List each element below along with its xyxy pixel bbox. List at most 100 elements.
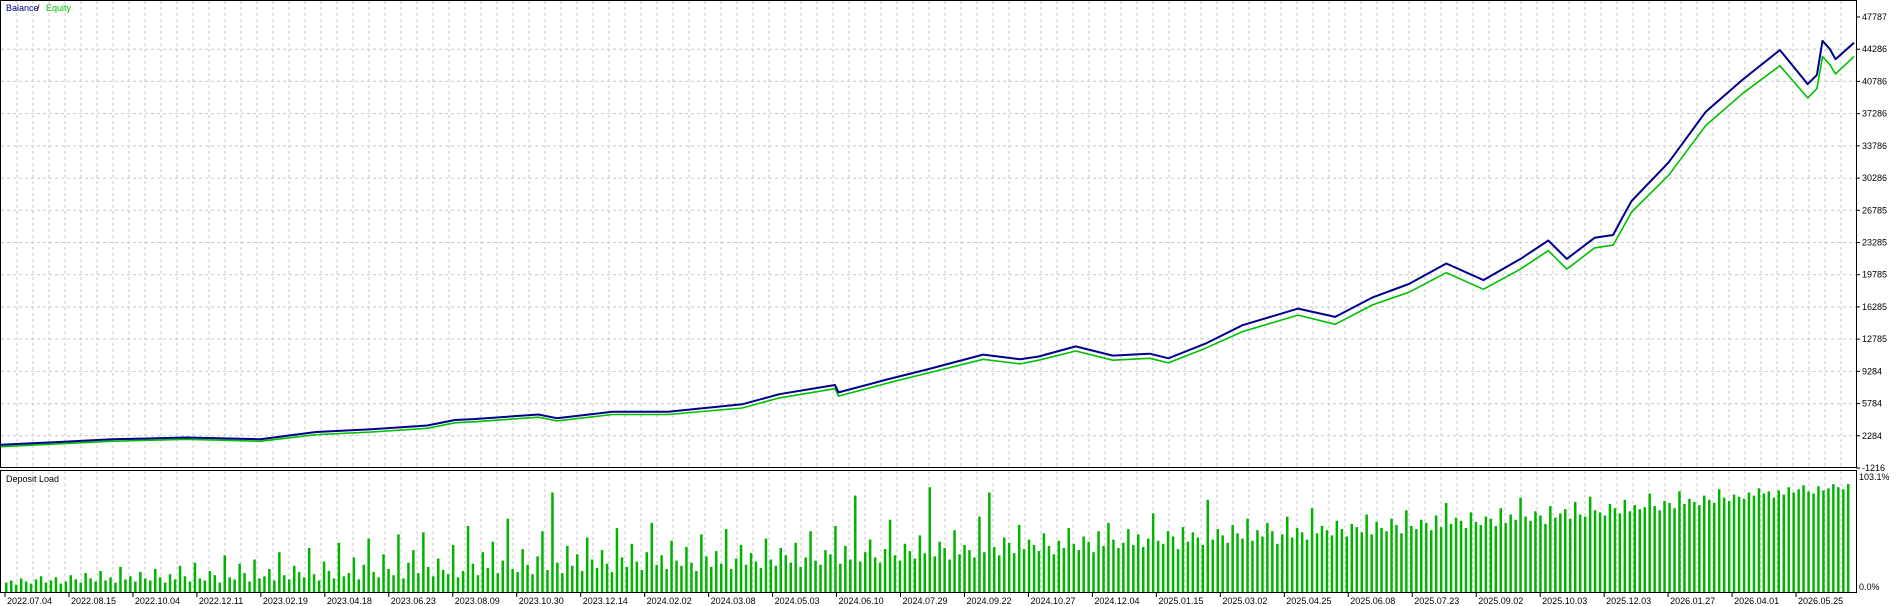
- deposit-load-bar: [49, 580, 53, 592]
- x-tick-label: 2024.05.03: [775, 596, 820, 606]
- deposit-load-bar: [1693, 501, 1696, 592]
- deposit-load-bar: [1300, 532, 1304, 592]
- deposit-load-bar: [114, 582, 117, 592]
- deposit-load-bar: [1608, 504, 1612, 592]
- deposit-load-bar: [238, 563, 241, 592]
- deposit-load-bar: [1062, 548, 1066, 592]
- deposit-load-bar: [1747, 492, 1751, 592]
- deposit-load-bar: [317, 580, 321, 592]
- deposit-load-bar: [913, 558, 917, 592]
- y-tick-label: 44286: [1862, 44, 1887, 54]
- deposit-load-bar: [1688, 498, 1691, 592]
- deposit-load-bar: [799, 566, 802, 592]
- deposit-load-bar: [1241, 538, 1244, 592]
- deposit-load-bar: [1658, 510, 1661, 592]
- deposit-load-bar: [124, 579, 127, 592]
- x-tick-label: 2022.07.04: [7, 596, 52, 606]
- deposit-load-bar: [1087, 541, 1090, 592]
- deposit-load-bar: [665, 569, 668, 592]
- y-tick-label: 12785: [1862, 334, 1887, 344]
- deposit-load-bar: [744, 564, 748, 592]
- deposit-load-bar: [278, 552, 281, 592]
- deposit-load-bar: [973, 557, 976, 592]
- x-tick-label: 2026.05.25: [1798, 596, 1843, 606]
- deposit-load-bar: [64, 581, 68, 592]
- deposit-load-bar: [1703, 495, 1706, 592]
- x-tick-label: 2023.12.14: [583, 596, 628, 606]
- deposit-load-bar: [54, 577, 58, 592]
- deposit-load-bar: [824, 550, 827, 592]
- deposit-load-bar: [14, 584, 18, 592]
- deposit-load-bar: [347, 573, 351, 592]
- deposit-load-bar: [1742, 498, 1746, 592]
- deposit-load-bar: [322, 561, 326, 592]
- deposit-load-bar: [1638, 509, 1641, 592]
- deposit-load-bar: [883, 549, 887, 592]
- deposit-load-bar: [804, 557, 807, 592]
- deposit-load-bar: [854, 495, 857, 592]
- deposit-load-bar: [451, 544, 455, 592]
- x-tick-label: 2025.09.02: [1478, 596, 1523, 606]
- deposit-load-bar: [630, 543, 634, 592]
- deposit-load-bar: [481, 552, 485, 592]
- deposit-load-bar: [556, 562, 559, 592]
- deposit-load-bar: [486, 567, 490, 592]
- deposit-load-bar: [729, 569, 733, 592]
- deposit-load-bar: [754, 561, 758, 592]
- deposit-load-bar: [1574, 501, 1577, 592]
- deposit-load-bar: [357, 579, 360, 592]
- deposit-load-bar: [645, 552, 648, 592]
- deposit-load-bar: [1345, 536, 1349, 592]
- deposit-load-bar: [1201, 544, 1205, 592]
- deposit-load-bar: [695, 571, 698, 592]
- deposit-load-bar: [1385, 531, 1388, 592]
- y-tick-label: 33786: [1862, 141, 1887, 151]
- deposit-load-bar: [5, 582, 8, 592]
- deposit-load-bar: [655, 564, 658, 592]
- deposit-load-bar: [1757, 488, 1761, 592]
- deposit-load-bar: [243, 573, 246, 592]
- deposit-load-bar: [1211, 539, 1214, 592]
- deposit-load-bar: [1236, 533, 1239, 592]
- deposit-load-bar: [1107, 522, 1110, 592]
- deposit-load-bar: [1444, 503, 1448, 592]
- deposit-load-bar: [1196, 537, 1200, 592]
- deposit-load-bar: [387, 569, 390, 592]
- deposit-load-bar: [834, 526, 837, 592]
- deposit-load-bar: [208, 571, 212, 592]
- deposit-load-bar: [938, 541, 941, 592]
- deposit-load-bar: [1847, 484, 1850, 592]
- deposit-load-bar: [1156, 540, 1160, 592]
- deposit-load-bar: [625, 566, 629, 592]
- series-lines: [0, 39, 1855, 448]
- y-tick-label: 19785: [1862, 270, 1887, 280]
- deposit-load-bar: [1663, 500, 1666, 592]
- deposit-load-bar: [312, 574, 316, 592]
- deposit-load-bar: [983, 552, 986, 592]
- deposit-load-bar: [1042, 533, 1046, 592]
- deposit-load-bar: [1017, 525, 1021, 592]
- x-tick-label: 2022.08.15: [71, 596, 116, 606]
- deposit-load-bar: [650, 522, 653, 592]
- deposit-load-bar: [1737, 496, 1741, 592]
- deposit-load-bar: [1310, 508, 1314, 592]
- deposit-load-bar: [1643, 507, 1646, 592]
- deposit-load-bar: [476, 575, 480, 592]
- x-tick-label: 2024.06.10: [839, 596, 884, 606]
- deposit-load-bar: [734, 558, 738, 592]
- deposit-load-bar: [168, 574, 172, 592]
- deposit-load-bar: [998, 555, 1001, 592]
- deposit-load-bar: [1335, 520, 1339, 592]
- y-axis-ticks: 47787 44286 40786 37286 33786 30286 26785 23285…: [1856, 12, 1887, 473]
- deposit-load-bar: [432, 576, 435, 592]
- deposit-load-bar: [1534, 511, 1537, 592]
- deposit-load-bar: [1683, 504, 1686, 592]
- deposit-load-bar: [749, 553, 753, 592]
- deposit-load-bar: [332, 578, 336, 592]
- x-tick-label: 2024.10.27: [1030, 596, 1075, 606]
- deposit-load-bar: [1370, 534, 1373, 592]
- deposit-load-bar: [715, 551, 718, 592]
- deposit-load-bar: [571, 565, 574, 592]
- deposit-load-bar: [1350, 523, 1353, 592]
- deposit-load-bar: [1137, 534, 1140, 592]
